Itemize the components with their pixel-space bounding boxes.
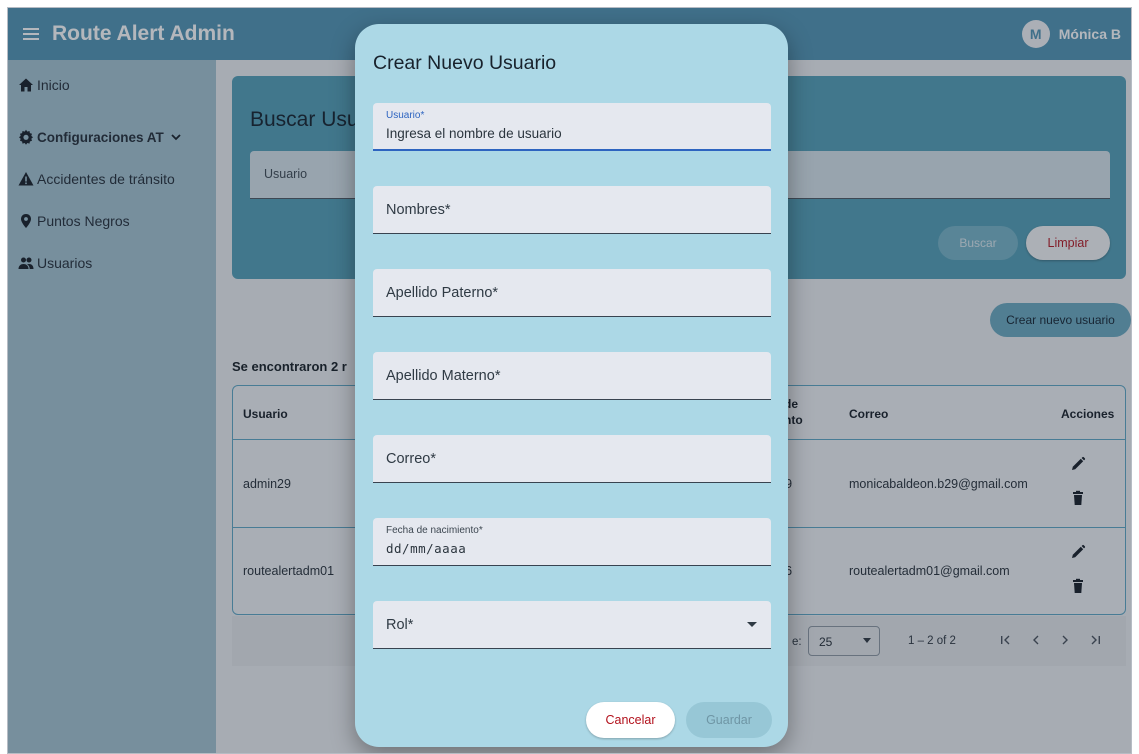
apellido-paterno-label: Apellido Paterno*: [386, 285, 499, 301]
guardar-button[interactable]: Guardar: [686, 702, 772, 738]
dialog-title: Crear Nuevo Usuario: [373, 52, 557, 74]
rol-select[interactable]: Rol*: [373, 601, 771, 649]
correo-input[interactable]: Correo*: [373, 435, 771, 483]
create-user-dialog: Crear Nuevo Usuario Usuario* Ingresa el …: [355, 24, 788, 747]
fecha-nacimiento-label: Fecha de nacimiento*: [386, 525, 483, 536]
nombres-label: Nombres*: [386, 202, 451, 218]
dropdown-caret-icon: [747, 622, 757, 627]
nombres-input[interactable]: Nombres*: [373, 186, 771, 234]
apellido-paterno-input[interactable]: Apellido Paterno*: [373, 269, 771, 317]
usuario-input[interactable]: Usuario* Ingresa el nombre de usuario: [373, 103, 771, 151]
fecha-nacimiento-input[interactable]: Fecha de nacimiento* dd/mm/aaaa: [373, 518, 771, 566]
usuario-label: Usuario*: [386, 110, 425, 121]
fecha-nacimiento-placeholder: dd/mm/aaaa: [386, 541, 467, 556]
apellido-materno-label: Apellido Materno*: [386, 368, 501, 384]
app-window: Route Alert Admin M Mónica B Inicio Conf…: [7, 7, 1132, 754]
usuario-placeholder: Ingresa el nombre de usuario: [386, 126, 562, 141]
cancelar-button[interactable]: Cancelar: [586, 702, 675, 738]
rol-label: Rol*: [386, 617, 414, 633]
correo-label: Correo*: [386, 451, 436, 467]
apellido-materno-input[interactable]: Apellido Materno*: [373, 352, 771, 400]
